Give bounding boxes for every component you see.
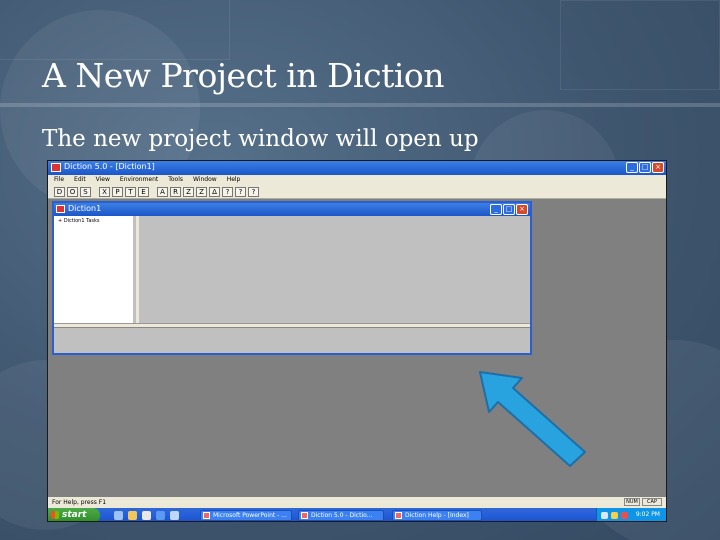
folder-icon[interactable] — [128, 511, 137, 520]
project-window: Diction1 _ □ × + Diction1 Tasks — [52, 201, 532, 355]
run-icon[interactable]: R — [170, 187, 181, 197]
save-icon[interactable]: S — [80, 187, 91, 197]
decorative-square — [560, 0, 720, 90]
windows-logo-icon — [51, 511, 59, 519]
zoom-out-icon[interactable]: Z — [196, 187, 207, 197]
menu-tools[interactable]: Tools — [168, 175, 183, 185]
arrow-shape — [479, 371, 586, 467]
menu-help[interactable]: Help — [227, 175, 241, 185]
taskbar-item-label: Diction Help - [Index] — [405, 512, 469, 519]
taskbar-item-powerpoint[interactable]: Microsoft PowerPoint - ... — [200, 510, 292, 521]
tree-item-root[interactable]: + Diction1 Tasks — [58, 218, 100, 224]
app-title: Diction 5.0 - [Diction1] — [64, 162, 155, 171]
security-icon[interactable] — [621, 512, 628, 519]
taskbar-item-label: Diction 5.0 - Dictio... — [311, 512, 373, 519]
menu-environment[interactable]: Environment — [120, 175, 158, 185]
zoom-in-icon[interactable]: Z — [183, 187, 194, 197]
font-icon[interactable]: A — [157, 187, 168, 197]
project-icon — [56, 205, 65, 213]
cut-icon[interactable]: X — [99, 187, 110, 197]
task-icon[interactable]: T — [125, 187, 136, 197]
window-controls: _ □ × — [626, 162, 664, 173]
help-topic-icon[interactable]: ? — [235, 187, 246, 197]
title-rule — [0, 103, 720, 107]
minimize-button[interactable]: _ — [626, 162, 638, 173]
status-num: NUM — [624, 498, 640, 506]
print-icon[interactable]: P — [112, 187, 123, 197]
menu-bar: File Edit View Environment Tools Window … — [48, 175, 666, 185]
edit-icon[interactable]: E — [138, 187, 149, 197]
context-help-icon[interactable]: ? — [248, 187, 259, 197]
taskbar: start Microsoft PowerPoint - ... Diction… — [48, 508, 666, 521]
app-title-bar[interactable]: Diction 5.0 - [Diction1] _ □ × — [48, 161, 666, 175]
delta-icon[interactable]: Δ — [209, 187, 220, 197]
project-window-title-bar[interactable]: Diction1 _ □ × — [54, 203, 530, 216]
browser-icon[interactable] — [142, 511, 151, 520]
taskbar-item-diction[interactable]: Diction 5.0 - Dictio... — [298, 510, 384, 521]
clock[interactable]: 9:02 PM — [636, 511, 660, 518]
decorative-square — [0, 0, 230, 60]
project-main-pane[interactable] — [139, 216, 530, 323]
project-maximize-button[interactable]: □ — [503, 204, 515, 215]
help-book-icon — [395, 512, 402, 519]
taskbar-item-diction-help[interactable]: Diction Help - [Index] — [392, 510, 482, 521]
slide-body-text: The new project window will open up — [42, 126, 479, 152]
menu-view[interactable]: View — [96, 175, 110, 185]
new-icon[interactable]: D — [54, 187, 65, 197]
help-icon[interactable]: ? — [222, 187, 233, 197]
start-label: start — [62, 510, 87, 520]
powerpoint-icon — [203, 512, 210, 519]
taskbar-item-label: Microsoft PowerPoint - ... — [213, 512, 287, 519]
menu-window[interactable]: Window — [193, 175, 217, 185]
project-output-pane[interactable] — [54, 327, 530, 353]
menu-edit[interactable]: Edit — [74, 175, 86, 185]
project-window-title: Diction1 — [68, 204, 102, 213]
maximize-button[interactable]: □ — [639, 162, 651, 173]
menu-file[interactable]: File — [54, 175, 64, 185]
project-tree[interactable]: + Diction1 Tasks — [54, 216, 136, 323]
project-minimize-button[interactable]: _ — [490, 204, 502, 215]
project-close-button[interactable]: × — [516, 204, 528, 215]
project-window-controls: _ □ × — [490, 204, 528, 215]
close-button[interactable]: × — [652, 162, 664, 173]
toolbar-separator — [151, 187, 155, 198]
desktop-icon[interactable] — [114, 511, 123, 520]
toolbar: D O S X P T E A R Z Z Δ ? ? ? — [48, 185, 666, 199]
ie-icon[interactable] — [156, 511, 165, 520]
app-launch-icon[interactable] — [170, 511, 179, 520]
start-button[interactable]: start — [48, 508, 100, 521]
pointer-arrow — [479, 371, 586, 467]
network-icon[interactable] — [601, 512, 608, 519]
status-cap: CAP — [642, 498, 662, 506]
status-text: For Help, press F1 — [52, 499, 107, 506]
app-icon — [51, 163, 61, 172]
open-icon[interactable]: O — [67, 187, 78, 197]
toolbar-separator — [93, 187, 97, 198]
slide-title: A New Project in Diction — [42, 56, 445, 95]
diction-icon — [301, 512, 308, 519]
status-bar: For Help, press F1 NUM CAP — [48, 497, 666, 508]
volume-icon[interactable] — [611, 512, 618, 519]
system-tray: 9:02 PM — [596, 508, 666, 521]
